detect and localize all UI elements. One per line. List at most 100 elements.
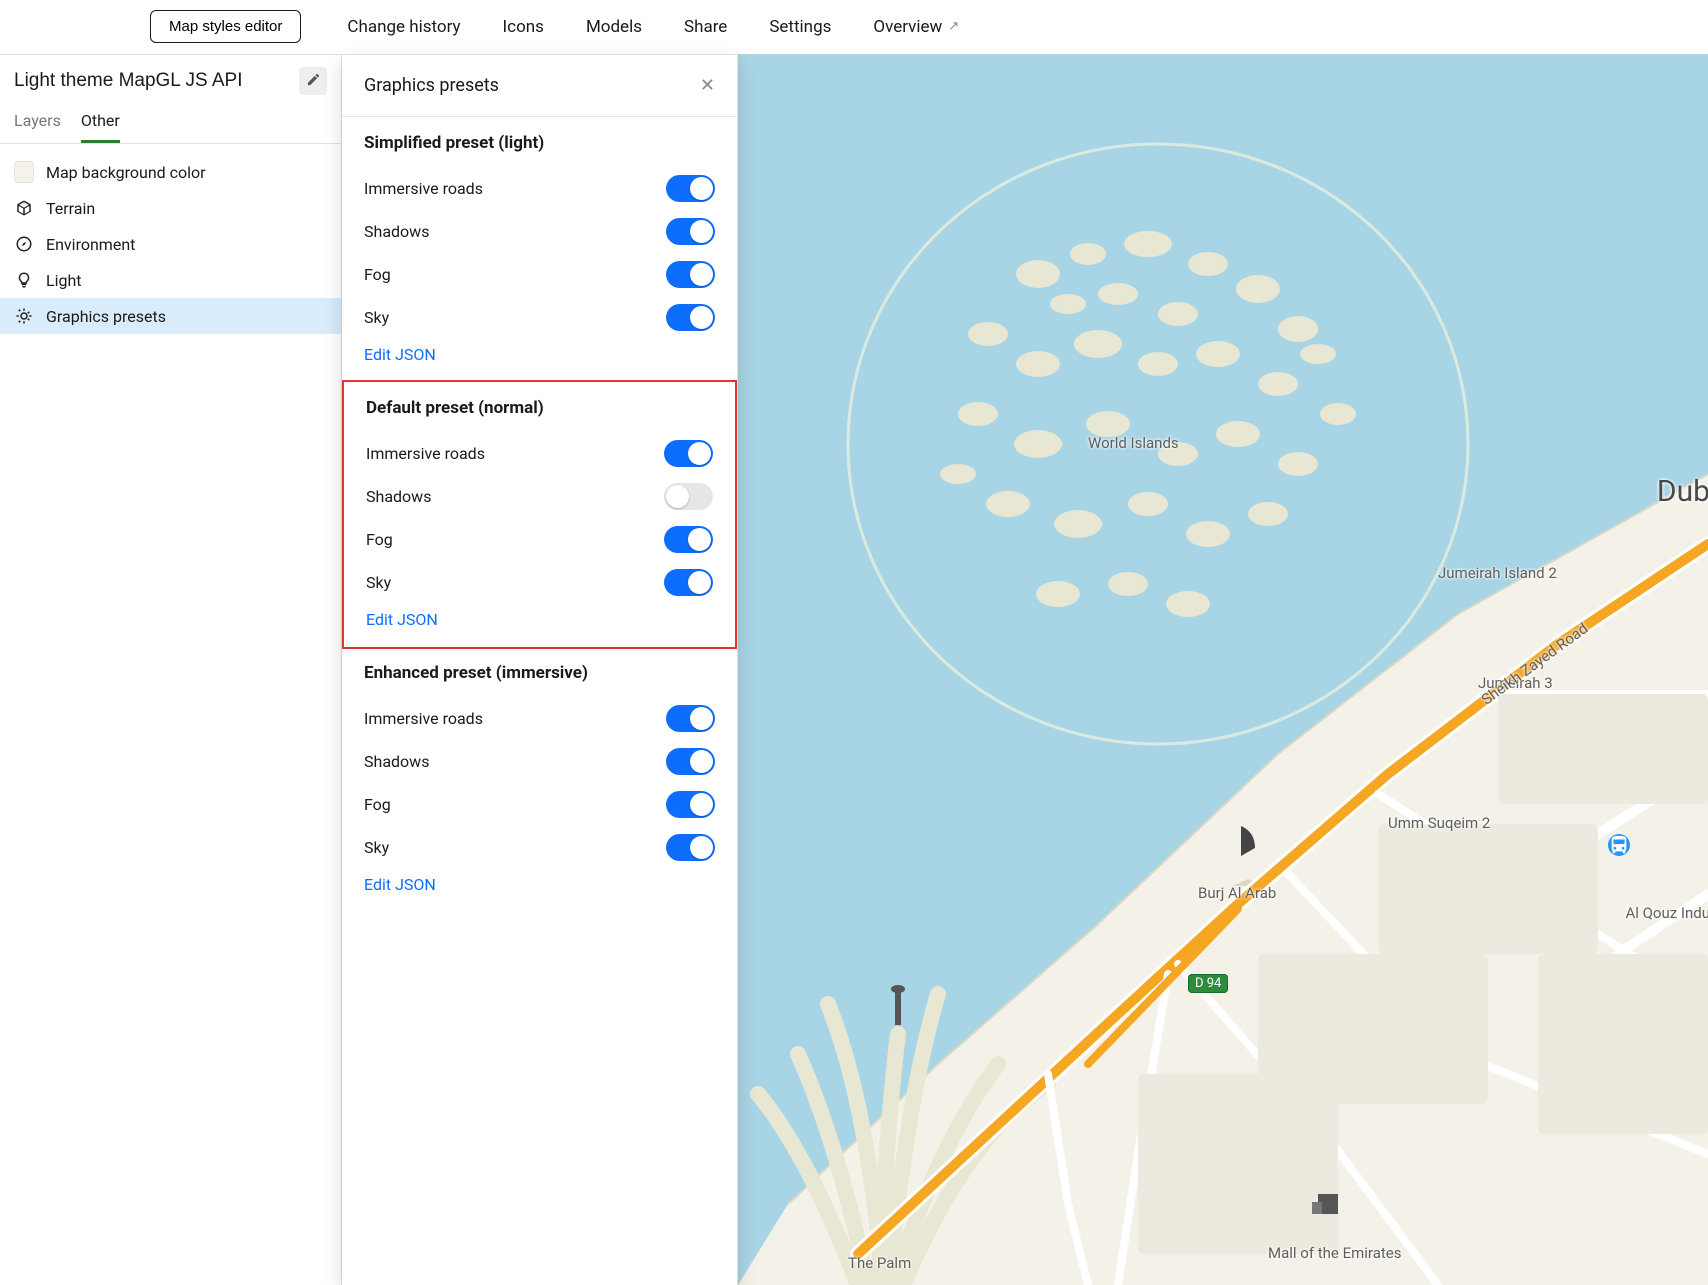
nav-overview[interactable]: Overview ↗: [873, 17, 959, 37]
preset-option-toggle[interactable]: [664, 526, 713, 553]
preset-option-toggle[interactable]: [666, 834, 715, 861]
external-link-icon: ↗: [948, 19, 959, 34]
toggle-knob: [688, 528, 711, 551]
map-label-mall: Mall of the Emirates: [1268, 1244, 1401, 1262]
preset-option-toggle[interactable]: [664, 569, 713, 596]
nav-icons[interactable]: Icons: [503, 17, 544, 37]
preset-block: Enhanced preset (immersive) Immersive roa…: [342, 647, 737, 912]
nav-models[interactable]: Models: [586, 17, 642, 37]
compass-icon: [14, 234, 34, 254]
map-label-burj-al-arab: Burj Al Arab: [1198, 884, 1276, 902]
preset-option-label: Fog: [364, 265, 391, 284]
preset-block: Default preset (normal) Immersive roads Sh…: [342, 380, 737, 649]
sidebar-item-label: Light: [46, 271, 82, 290]
tab-layers[interactable]: Layers: [14, 105, 61, 143]
preset-option-toggle[interactable]: [666, 261, 715, 288]
toggle-knob: [666, 485, 689, 508]
toggle-knob: [690, 177, 713, 200]
map-label-umm-suqeim-2: Umm Suqeim 2: [1388, 814, 1490, 832]
preset-option-row: Shadows: [364, 210, 715, 253]
nav-settings[interactable]: Settings: [769, 17, 831, 37]
color-swatch-icon: [14, 162, 34, 182]
preset-option-row: Sky: [366, 561, 713, 604]
preset-option-label: Fog: [366, 530, 393, 549]
panel-title: Graphics presets: [364, 75, 499, 96]
toggle-knob: [688, 571, 711, 594]
toggle-knob: [690, 306, 713, 329]
preset-option-label: Immersive roads: [364, 179, 483, 198]
preset-block: Simplified preset (light) Immersive roads…: [342, 117, 737, 382]
nav-share[interactable]: Share: [684, 17, 727, 37]
map-label-world-islands: World Islands: [1088, 434, 1179, 452]
lightbulb-icon: [14, 270, 34, 290]
pencil-icon: [306, 72, 321, 91]
preset-option-row: Shadows: [366, 475, 713, 518]
map-label-jumeirah-island-2: Jumeirah Island 2: [1438, 564, 1557, 582]
tab-other[interactable]: Other: [81, 105, 120, 143]
preset-option-toggle[interactable]: [666, 304, 715, 331]
preset-option-toggle[interactable]: [666, 791, 715, 818]
map-styles-editor-button[interactable]: Map styles editor: [150, 10, 301, 43]
preset-option-label: Immersive roads: [364, 709, 483, 728]
preset-option-label: Shadows: [366, 487, 431, 506]
sidebar-item-light[interactable]: Light: [0, 262, 341, 298]
sidebar: Layers Other Map background color Terrai…: [0, 54, 342, 1285]
preset-option-label: Shadows: [364, 222, 429, 241]
preset-option-row: Shadows: [364, 740, 715, 783]
sidebar-item-terrain[interactable]: Terrain: [0, 190, 341, 226]
topbar-nav: Change history Icons Models Share Settin…: [347, 17, 959, 37]
preset-title: Default preset (normal): [366, 398, 713, 418]
preset-title: Simplified preset (light): [364, 133, 715, 153]
preset-option-toggle[interactable]: [664, 440, 713, 467]
close-icon: ✕: [700, 75, 715, 96]
preset-option-label: Sky: [364, 838, 389, 857]
preset-option-row: Fog: [364, 253, 715, 296]
style-name-input[interactable]: [14, 70, 289, 92]
preset-option-toggle[interactable]: [666, 748, 715, 775]
preset-option-label: Fog: [364, 795, 391, 814]
preset-option-row: Fog: [364, 783, 715, 826]
preset-option-label: Sky: [364, 308, 389, 327]
topbar: Map styles editor Change history Icons M…: [0, 0, 1708, 54]
toggle-knob: [690, 220, 713, 243]
preset-option-label: Sky: [366, 573, 391, 592]
map-label-dubai: Dub: [1657, 474, 1708, 509]
sidebar-item-label: Environment: [46, 235, 135, 254]
preset-option-row: Sky: [364, 826, 715, 869]
preset-option-label: Shadows: [364, 752, 429, 771]
cube-icon: [14, 198, 34, 218]
preset-option-label: Immersive roads: [366, 444, 485, 463]
edit-style-name-button[interactable]: [299, 67, 327, 95]
sidebar-item-graphics-presets[interactable]: Graphics presets: [0, 298, 341, 334]
edit-json-link[interactable]: Edit JSON: [364, 345, 436, 364]
sidebar-item-environment[interactable]: Environment: [0, 226, 341, 262]
edit-json-link[interactable]: Edit JSON: [364, 875, 436, 894]
toggle-knob: [690, 263, 713, 286]
bus-stop-icon: [1608, 834, 1630, 856]
sidebar-item-background-color[interactable]: Map background color: [0, 154, 341, 190]
sidebar-item-label: Graphics presets: [46, 307, 166, 326]
toggle-knob: [690, 707, 713, 730]
road-shield-d94: D 94: [1188, 974, 1228, 993]
preset-option-toggle[interactable]: [666, 175, 715, 202]
map-canvas[interactable]: World Islands Dub Jumeirah Island 2 Jume…: [738, 54, 1708, 1285]
preset-option-row: Fog: [366, 518, 713, 561]
preset-title: Enhanced preset (immersive): [364, 663, 715, 683]
sliders-icon: [14, 306, 34, 326]
close-panel-button[interactable]: ✕: [696, 71, 719, 100]
graphics-presets-panel: Graphics presets ✕ Simplified preset (li…: [342, 54, 738, 1285]
preset-option-toggle[interactable]: [666, 705, 715, 732]
nav-change-history[interactable]: Change history: [347, 17, 460, 37]
sidebar-tabs: Layers Other: [0, 105, 341, 144]
nav-overview-label: Overview: [873, 17, 942, 37]
toggle-knob: [690, 793, 713, 816]
map-label-the-palm: The Palm: [848, 1254, 911, 1272]
edit-json-link[interactable]: Edit JSON: [366, 610, 438, 629]
preset-option-toggle[interactable]: [664, 483, 713, 510]
toggle-knob: [688, 442, 711, 465]
sidebar-item-label: Terrain: [46, 199, 95, 218]
preset-option-row: Immersive roads: [366, 432, 713, 475]
sidebar-list: Map background color Terrain Environment…: [0, 144, 341, 334]
preset-option-row: Sky: [364, 296, 715, 339]
preset-option-toggle[interactable]: [666, 218, 715, 245]
